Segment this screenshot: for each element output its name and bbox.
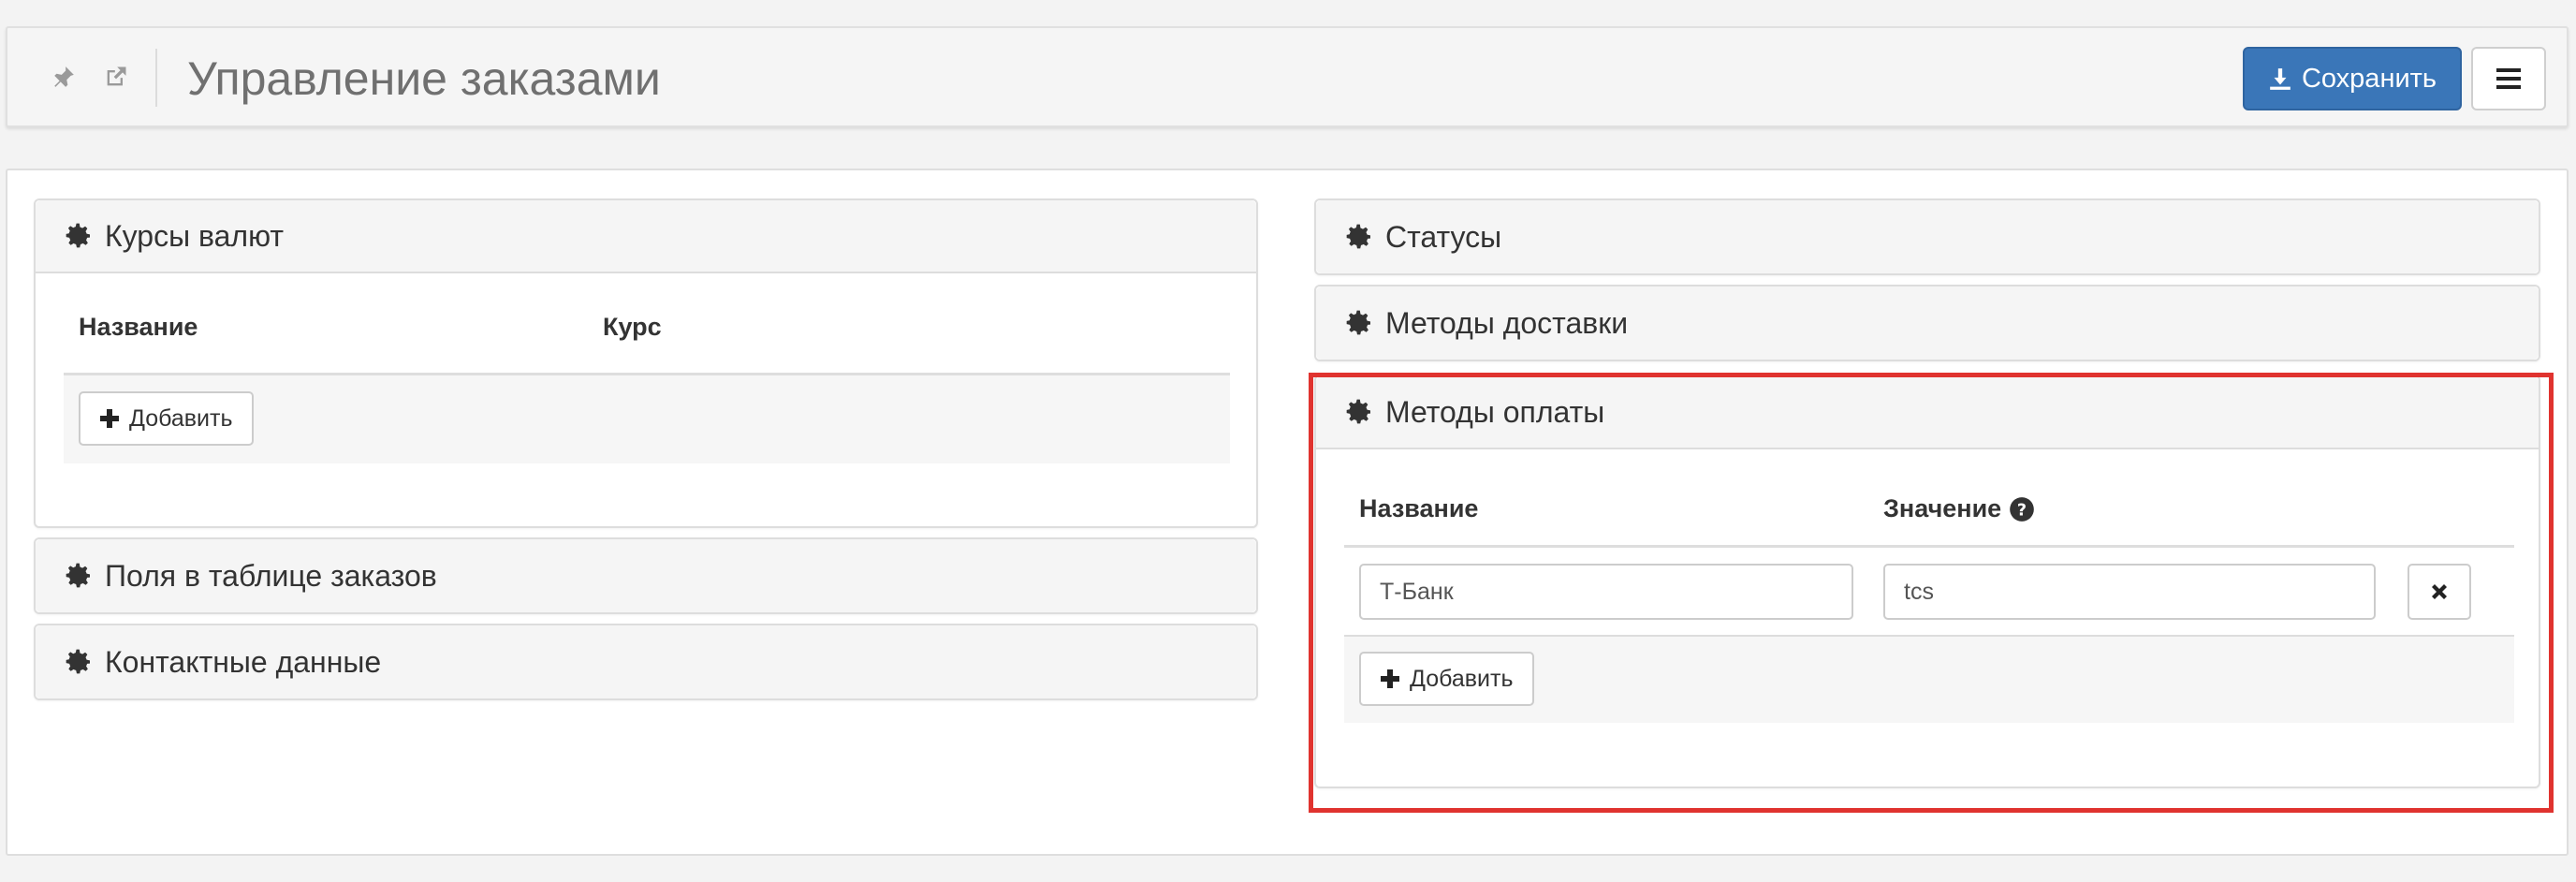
gear-icon xyxy=(64,561,94,591)
external-link-icon[interactable] xyxy=(99,60,133,94)
menu-button[interactable] xyxy=(2471,47,2546,110)
remove-row-button[interactable] xyxy=(2408,564,2471,620)
payment-methods-card: Методы оплаты Название Значение ? Добави… xyxy=(1314,375,2540,788)
gear-icon xyxy=(64,221,94,251)
close-icon xyxy=(2429,581,2450,602)
save-button-label: Сохранить xyxy=(2301,63,2437,94)
contacts-card[interactable]: Контактные данные xyxy=(34,624,1258,700)
contacts-header[interactable]: Контактные данные xyxy=(36,625,1256,698)
gear-icon xyxy=(1344,308,1374,338)
add-button-label: Добавить xyxy=(129,404,233,432)
table-header-line xyxy=(1344,545,2514,548)
column-name: Название xyxy=(1359,494,1479,522)
order-fields-header[interactable]: Поля в таблице заказов xyxy=(36,539,1256,612)
help-icon[interactable]: ? xyxy=(2009,496,2035,522)
column-value: Значение ? xyxy=(1883,494,2035,523)
pin-icon[interactable] xyxy=(47,60,80,94)
statuses-title: Статусы xyxy=(1385,219,1502,254)
gear-icon xyxy=(1344,397,1374,427)
header-divider xyxy=(155,49,157,107)
statuses-header[interactable]: Статусы xyxy=(1316,200,2539,273)
gear-icon xyxy=(64,647,94,677)
payment-methods-title: Методы оплаты xyxy=(1385,394,1605,429)
column-rate: Курс xyxy=(603,313,662,341)
add-payment-method-button[interactable]: Добавить xyxy=(1359,652,1534,706)
plus-icon xyxy=(99,408,120,429)
plus-icon xyxy=(1380,669,1400,689)
gear-icon xyxy=(1344,222,1374,252)
delivery-methods-title: Методы доставки xyxy=(1385,305,1629,340)
order-fields-card[interactable]: Поля в таблице заказов xyxy=(34,537,1258,614)
payment-value-input[interactable] xyxy=(1883,564,2376,620)
currency-rates-header[interactable]: Курсы валют xyxy=(36,200,1256,273)
payment-name-input[interactable] xyxy=(1359,564,1853,620)
add-currency-button[interactable]: Добавить xyxy=(79,391,254,446)
payment-methods-header[interactable]: Методы оплаты xyxy=(1316,376,2539,449)
contacts-title: Контактные данные xyxy=(105,644,382,679)
add-button-label: Добавить xyxy=(1410,665,1514,692)
delivery-methods-card[interactable]: Методы доставки xyxy=(1314,285,2540,361)
currency-rates-title: Курсы валют xyxy=(105,218,285,253)
page-header: Управление заказами Сохранить xyxy=(6,26,2569,127)
svg-text:?: ? xyxy=(2017,501,2027,520)
statuses-card[interactable]: Статусы xyxy=(1314,198,2540,275)
column-value-label: Значение xyxy=(1883,494,2002,522)
menu-icon xyxy=(2495,66,2523,91)
page-title: Управление заказами xyxy=(187,52,661,105)
save-button[interactable]: Сохранить xyxy=(2243,47,2462,110)
column-name: Название xyxy=(79,313,198,341)
order-fields-title: Поля в таблице заказов xyxy=(105,558,437,593)
download-icon xyxy=(2268,66,2292,91)
currency-rates-card: Курсы валют Название Курс Добавить xyxy=(34,198,1258,528)
delivery-methods-header[interactable]: Методы доставки xyxy=(1316,287,2539,360)
